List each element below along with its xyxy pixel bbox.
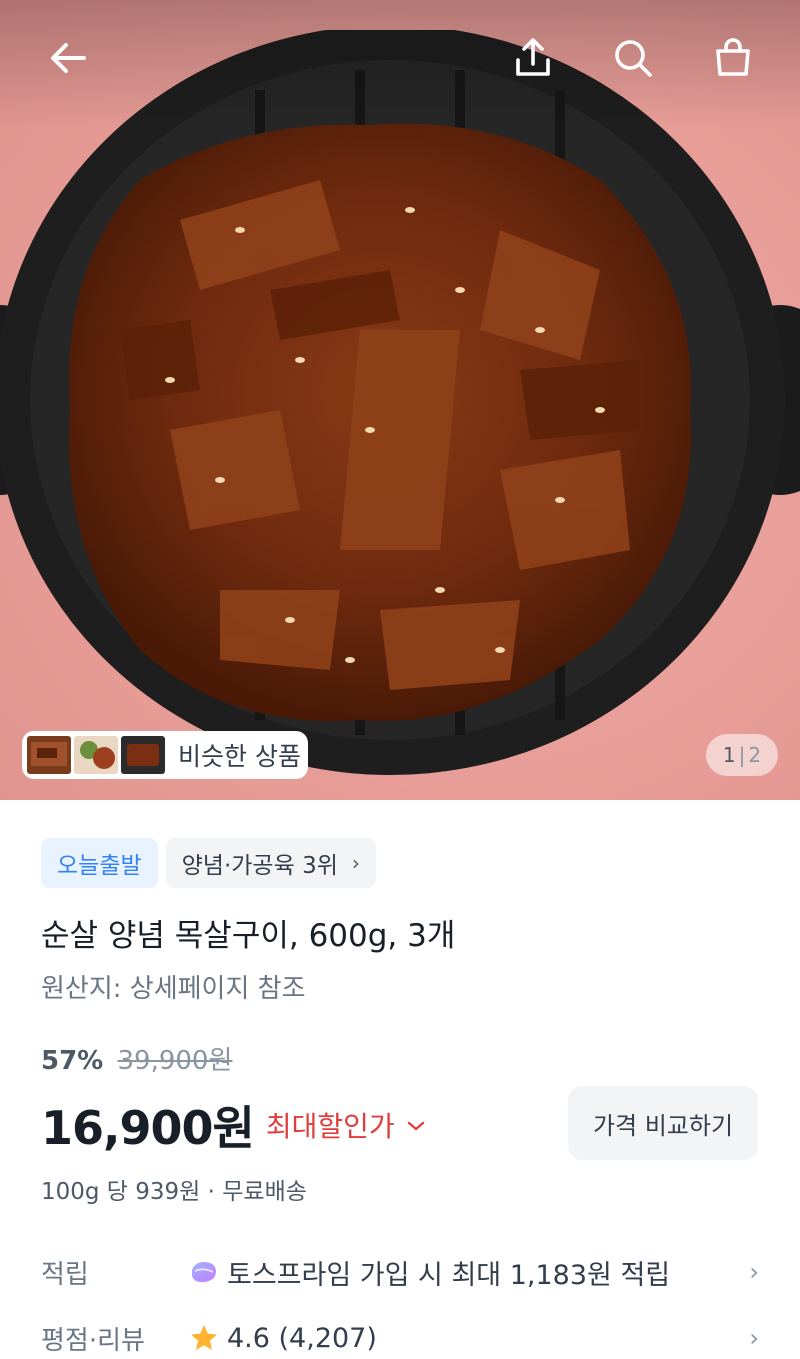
similar-products-button[interactable]: 비슷한 상품 — [22, 731, 308, 779]
discount-row: 57% 39,900원 — [41, 1040, 232, 1077]
badge-row: 오늘출발 양념·가공육 3위 › — [41, 838, 376, 888]
category-ranking-label: 양념·가공육 3위 — [181, 853, 338, 879]
page-current: 1 — [722, 743, 736, 767]
points-value: 토스프라임 가입 시 최대 1,183원 적립 — [227, 1259, 671, 1291]
points-row[interactable]: 적립 토스프라임 가입 시 최대 1,183원 적립 › — [41, 1247, 759, 1297]
today-dispatch-label: 오늘출발 — [57, 853, 142, 879]
original-price: 39,900원 — [117, 1046, 233, 1076]
max-discount-dropdown[interactable]: 최대할인가 — [266, 1105, 425, 1145]
chevron-right-icon: › — [749, 1258, 759, 1286]
back-arrow-icon[interactable] — [40, 30, 96, 86]
today-dispatch-badge: 오늘출발 — [41, 838, 158, 888]
points-value-wrap: 토스프라임 가입 시 최대 1,183원 적립 — [189, 1253, 739, 1292]
price-row: 16,900원 최대할인가 — [41, 1092, 425, 1158]
toss-prime-icon — [192, 1262, 216, 1283]
share-icon[interactable] — [505, 30, 561, 86]
chevron-right-icon: › — [351, 851, 360, 875]
page-separator: | — [738, 743, 746, 767]
compare-price-button[interactable]: 가격 비교하기 — [568, 1086, 758, 1160]
search-icon[interactable] — [605, 30, 661, 86]
similar-thumb-1 — [27, 736, 71, 774]
top-navigation — [0, 0, 800, 120]
product-photo — [0, 30, 800, 775]
similar-products-label: 비슷한 상품 — [178, 742, 301, 771]
rating-value-wrap: 4.6 (4,207) — [189, 1323, 739, 1354]
rating-value: 4.6 (4,207) — [227, 1322, 377, 1354]
star-icon — [191, 1325, 217, 1350]
points-label: 적립 — [41, 1259, 89, 1290]
image-page-indicator: 1 | 2 — [706, 734, 778, 776]
max-discount-label: 최대할인가 — [265, 1110, 395, 1143]
similar-thumb-2 — [74, 736, 118, 774]
unit-price-shipping: 100g 당 939원 · 무료배송 — [41, 1179, 307, 1205]
chevron-right-icon: › — [749, 1324, 759, 1352]
rating-label: 평점·리뷰 — [41, 1325, 145, 1356]
category-ranking-badge[interactable]: 양념·가공육 3위 › — [165, 838, 376, 888]
cart-icon[interactable] — [705, 30, 761, 86]
discount-rate: 57% — [41, 1046, 104, 1076]
similar-thumb-3 — [121, 736, 165, 774]
page-total: 2 — [748, 743, 762, 767]
product-image[interactable]: 비슷한 상품 1 | 2 — [0, 0, 800, 800]
product-title: 순살 양념 목살구이, 600g, 3개 — [41, 918, 456, 954]
product-origin: 원산지: 상세페이지 참조 — [41, 974, 306, 1004]
sale-price: 16,900원 — [41, 1101, 255, 1155]
rating-review-row[interactable]: 평점·리뷰 4.6 (4,207) › — [41, 1313, 759, 1359]
chevron-down-icon — [407, 1113, 425, 1137]
